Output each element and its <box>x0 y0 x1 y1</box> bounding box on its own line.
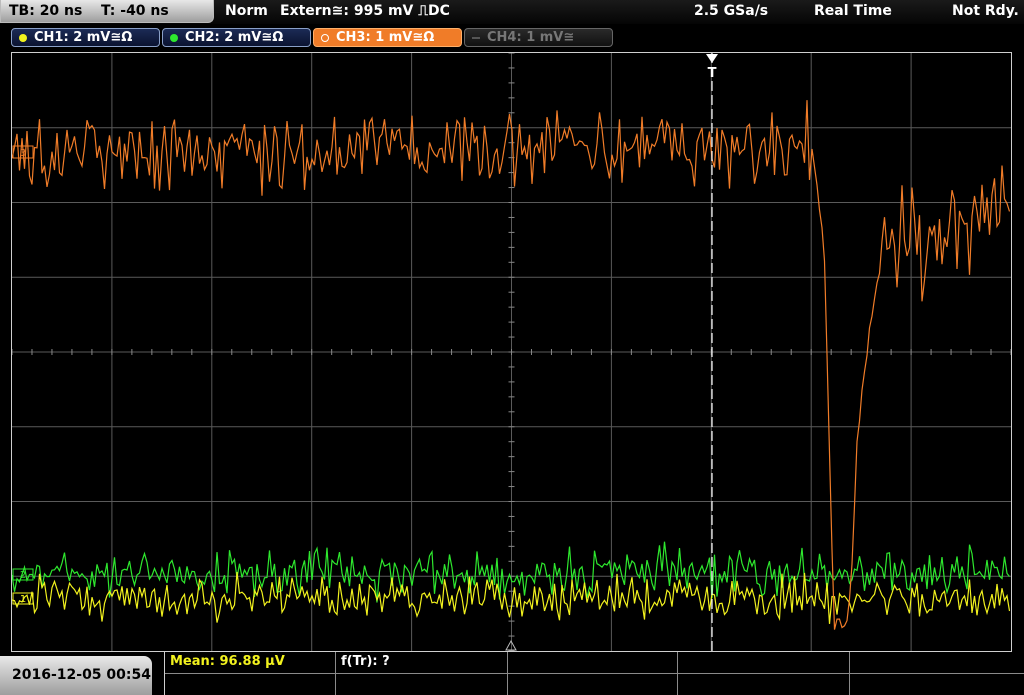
ch3-tab-label: CH3: 1 mV≅Ω <box>336 30 435 45</box>
ch4-tab[interactable]: CH4: 1 mV≅ <box>464 28 613 47</box>
trigger-arrow-icon <box>706 54 718 63</box>
ch1-marker-label: 1 <box>20 594 26 605</box>
acquisition-status-label: Not Rdy. <box>952 3 1019 19</box>
timebase-label: TB: 20 ns <box>9 3 83 19</box>
waveform-canvas: T 3 2 1 <box>12 53 1011 651</box>
ch3-indicator-icon <box>321 34 329 42</box>
ch1-tab-label: CH1: 2 mV≅Ω <box>34 30 133 45</box>
ch4-tab-label: CH4: 1 mV≅ <box>487 30 575 45</box>
measurement-divider <box>165 673 1024 674</box>
ch3-trace <box>12 100 1011 630</box>
measurement-panel[interactable]: Mean: 96.88 µV f(Tr): ? <box>164 652 1024 695</box>
trigger-marker-label: T <box>708 66 717 81</box>
traces <box>12 100 1011 630</box>
trigger-offset-label: T: -40 ns <box>101 3 169 19</box>
measurement-divider <box>507 652 508 695</box>
ch2-marker-label: 2 <box>20 570 26 581</box>
waveform-display[interactable]: T 3 2 1 <box>11 52 1012 652</box>
mean-measurement[interactable]: Mean: 96.88 µV <box>170 654 285 669</box>
sample-rate-label: 2.5 GSa/s <box>694 3 769 19</box>
measurement-divider <box>677 652 678 695</box>
ch4-indicator-icon <box>472 37 480 39</box>
ch3-marker-label: 3 <box>20 148 26 159</box>
measurement-divider <box>335 652 336 695</box>
ch2-trace <box>12 541 1010 603</box>
trigger-source-label[interactable]: Extern≅: 995 mV ⎍DC <box>280 3 450 19</box>
ch2-tab[interactable]: CH2: 2 mV≅Ω <box>162 28 311 47</box>
measurement-divider <box>849 652 850 695</box>
timebase-box[interactable]: TB: 20 ns T: -40 ns <box>0 0 214 23</box>
ch3-tab[interactable]: CH3: 1 mV≅Ω <box>313 28 462 47</box>
ch2-indicator-icon <box>170 34 178 42</box>
datetime-label: 2016-12-05 00:54 <box>12 667 151 683</box>
acquisition-mode-label: Real Time <box>814 3 892 19</box>
status-bar: TB: 20 ns T: -40 ns Norm Extern≅: 995 mV… <box>0 0 1024 24</box>
datetime-box: 2016-12-05 00:54 <box>0 656 152 695</box>
trigger-mode-label[interactable]: Norm <box>225 3 268 19</box>
ch1-tab[interactable]: CH1: 2 mV≅Ω <box>11 28 160 47</box>
trigger-frequency-measurement[interactable]: f(Tr): ? <box>341 654 390 669</box>
ch1-indicator-icon <box>19 34 27 42</box>
ch2-tab-label: CH2: 2 mV≅Ω <box>185 30 284 45</box>
ch3-level-marker: 3 <box>12 145 34 159</box>
